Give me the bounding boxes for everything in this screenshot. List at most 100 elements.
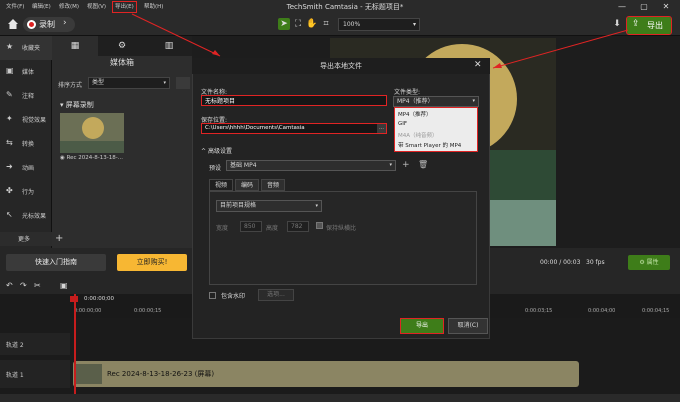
ruler-tick: 0:00:03;15 xyxy=(525,308,553,314)
width-field[interactable]: 850 xyxy=(240,221,262,232)
filename-field[interactable] xyxy=(201,95,387,106)
sidebar-item-visual-effects[interactable]: ✦ 视觉效果 xyxy=(0,108,52,132)
share-icon: ⇪ xyxy=(632,19,640,29)
select-tool-icon[interactable]: ➤ xyxy=(278,18,290,30)
home-icon[interactable] xyxy=(6,17,20,31)
watermark-options-button[interactable]: 选项... xyxy=(258,289,294,301)
timeline-clip[interactable]: Rec 2024-8-13-18-26-23 (屏幕) xyxy=(73,361,579,387)
visual-effects-icon: ✦ xyxy=(6,114,13,123)
record-label: 录制 xyxy=(39,20,55,29)
menu-help[interactable]: 帮助(H) xyxy=(142,2,165,12)
file-type-option[interactable]: 带 Smart Player 的 MP4 xyxy=(398,141,461,149)
timeline-scrollbar[interactable] xyxy=(0,394,680,402)
undo-icon[interactable]: ↶ xyxy=(6,281,13,290)
behavior-icon: ✤ xyxy=(6,186,13,195)
export-label: 导出 xyxy=(647,21,663,30)
chevron-down-icon: ▾ xyxy=(315,203,318,209)
delete-preset-icon[interactable]: 🗑 xyxy=(418,160,428,169)
books-tab-icon[interactable]: ▥ xyxy=(146,36,192,56)
quick-start-guide-button[interactable]: 快速入门指南 xyxy=(6,254,106,271)
sidebar-item-transitions[interactable]: ⇆ 转换 xyxy=(0,132,52,156)
preset-value: 基础 MP4 xyxy=(230,162,257,169)
file-type-select[interactable]: MP4（推荐） ▾ xyxy=(393,96,479,107)
dialog-cancel-button[interactable]: 取消(C) xyxy=(448,318,488,334)
sidebar-item-media[interactable]: ▣ 媒体 xyxy=(0,60,52,84)
track-1-label: 轨道 1 xyxy=(0,360,70,388)
sort-value: 类型 xyxy=(92,79,105,86)
library-tab-icon[interactable]: ⚙ xyxy=(99,36,145,56)
sidebar-item-annotations[interactable]: ✎ 注释 xyxy=(0,84,52,108)
chevron-down-icon: ▾ xyxy=(389,162,392,168)
menu-file[interactable]: 文件(F) xyxy=(4,2,26,12)
keep-ratio-label: 保持纵横比 xyxy=(326,225,357,232)
sidebar-item-animations[interactable]: ➜ 动画 xyxy=(0,156,52,180)
file-type-option[interactable]: GIF xyxy=(398,121,407,127)
close-icon[interactable]: ✕ xyxy=(474,60,482,70)
add-media-icon[interactable]: + xyxy=(55,233,63,244)
sidebar-item-cursor-effects[interactable]: ↖ 光标效果 xyxy=(0,204,52,228)
advanced-settings-toggle[interactable]: ^ 高级设置 xyxy=(201,146,232,155)
annotation-icon: ✎ xyxy=(6,90,13,99)
preset-select[interactable]: 基础 MP4 ▾ xyxy=(226,160,396,171)
dialog-export-button[interactable]: 导出 xyxy=(400,318,444,334)
crop-handles-icon[interactable]: ⛶ xyxy=(292,18,304,30)
thumbnail-caption: ◉ Rec 2024-8-13-18-... xyxy=(60,155,123,161)
menu-modify[interactable]: 修改(M) xyxy=(57,2,81,12)
watermark-label: 包含水印 xyxy=(221,293,246,300)
animation-icon: ➜ xyxy=(6,162,13,171)
sidebar-item-label: 转换 xyxy=(22,141,35,148)
menu-view[interactable]: 视图(V) xyxy=(85,2,108,12)
menu-export[interactable]: 导出(E) xyxy=(112,1,137,13)
save-location-field[interactable]: C:\Users\hhhh\Documents\Camtasia xyxy=(201,123,387,134)
sort-select[interactable]: 类型 ▾ xyxy=(88,77,170,89)
ruler-tick: 0:00:00;15 xyxy=(134,308,162,314)
file-type-value: MP4（推荐） xyxy=(397,98,434,105)
file-type-option[interactable]: MP4（推荐） xyxy=(398,110,432,118)
media-bin-tab-icon[interactable]: ▦ xyxy=(52,36,98,56)
add-preset-icon[interactable]: + xyxy=(402,160,410,170)
close-window-button[interactable]: ✕ xyxy=(656,1,676,13)
width-label: 宽度 xyxy=(216,225,229,232)
buy-now-button[interactable]: 立即购买! xyxy=(117,254,187,271)
clip-thumbnail xyxy=(76,364,102,384)
tab-encoding[interactable]: 编码 xyxy=(235,179,260,191)
sidebar-item-favorites[interactable]: ★ 收藏夹 xyxy=(0,36,52,60)
redo-icon[interactable]: ↷ xyxy=(20,281,27,290)
properties-button[interactable]: ⚙ 属性 xyxy=(628,255,670,270)
ground-thumbnail-shape xyxy=(60,141,124,153)
project-size-select[interactable]: 目前项目规格 ▾ xyxy=(216,200,322,212)
height-field[interactable]: 782 xyxy=(287,221,309,232)
track-2-label: 轨道 2 xyxy=(0,333,70,355)
pan-hand-icon[interactable]: ✋ xyxy=(306,18,318,30)
sidebar-more-button[interactable]: 更多 xyxy=(0,232,52,246)
browse-folder-button[interactable]: … xyxy=(377,124,386,133)
file-type-option[interactable]: M4A（纯音频） xyxy=(398,131,438,139)
crop-icon[interactable]: ⌗ xyxy=(320,18,332,30)
sidebar-item-label: 动画 xyxy=(22,165,35,172)
tab-audio[interactable]: 音频 xyxy=(261,179,286,191)
chevron-down-icon: ▾ xyxy=(412,21,416,28)
download-icon[interactable]: ⬇ xyxy=(611,18,623,30)
zoom-select[interactable]: 100% ▾ xyxy=(338,18,420,31)
minimize-button[interactable]: — xyxy=(612,1,632,13)
ruler-tick: 0:00:00;00 xyxy=(74,308,102,314)
playhead-line[interactable] xyxy=(74,294,76,394)
sidebar-item-label: 媒体 xyxy=(22,69,35,76)
media-thumbnail[interactable] xyxy=(60,113,124,153)
ruler-tick: 0:00:04;15 xyxy=(642,308,670,314)
camera-icon[interactable]: ▣ xyxy=(60,281,68,290)
cut-icon[interactable]: ✂ xyxy=(34,281,41,290)
sort-order-icon[interactable] xyxy=(176,77,190,89)
keep-ratio-checkbox[interactable] xyxy=(316,222,323,229)
sidebar-item-behaviors[interactable]: ✤ 行为 xyxy=(0,180,52,204)
record-button[interactable]: 录制 › xyxy=(23,17,75,32)
tab-video[interactable]: 视频 xyxy=(209,179,234,191)
sidebar-item-label: 行为 xyxy=(22,189,35,196)
export-button[interactable]: ⇪ 导出 xyxy=(626,16,672,35)
cursor-effects-icon: ↖ xyxy=(6,210,13,219)
maximize-button[interactable]: ▢ xyxy=(634,1,654,13)
watermark-checkbox[interactable] xyxy=(209,292,216,299)
menu-edit[interactable]: 编辑(E) xyxy=(30,2,53,12)
zoom-value: 100% xyxy=(343,21,361,28)
screen-recordings-section[interactable]: ▾ 屏幕录制 xyxy=(60,100,94,110)
